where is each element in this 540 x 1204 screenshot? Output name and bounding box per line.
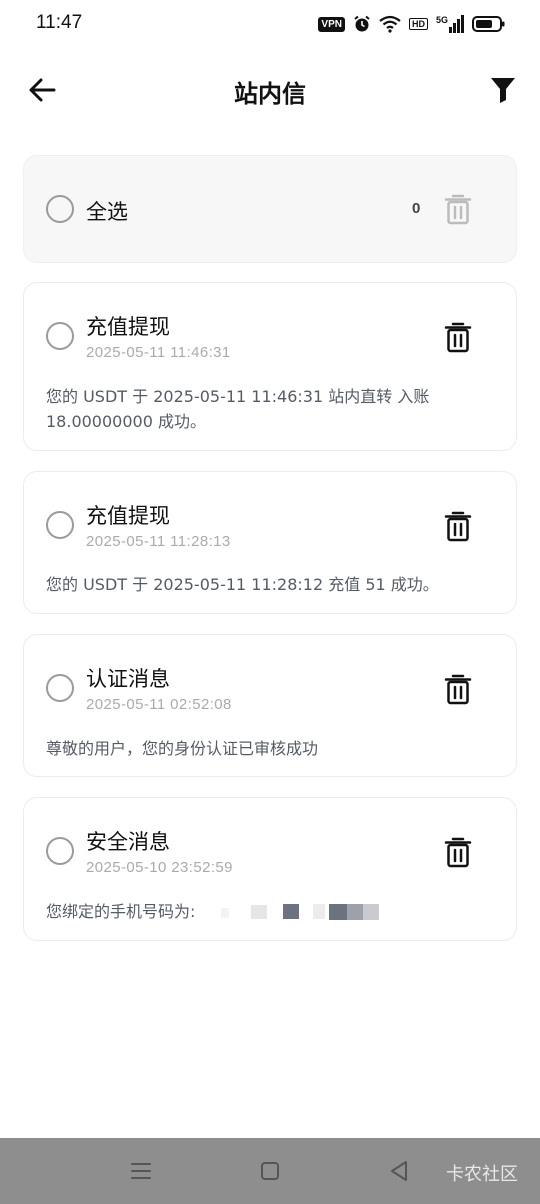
vpn-icon: VPN [318,16,345,32]
message-checkbox[interactable] [46,322,74,350]
select-all-card: 全选 0 [23,155,517,263]
message-time: 2025-05-10 23:52:59 [86,859,233,876]
trash-icon[interactable] [444,510,472,542]
trash-icon[interactable] [444,836,472,868]
alarm-icon [354,15,370,32]
message-title: 充值提现 [86,315,170,339]
home-icon[interactable] [257,1158,283,1184]
filter-icon[interactable] [490,76,516,104]
trash-icon[interactable] [444,673,472,705]
message-body: 您绑定的手机号码为: [46,899,494,924]
status-bar: 11:47 VPN HD 5G [0,0,540,48]
system-nav-bar: 卡农社区 [0,1138,540,1204]
hd-icon: HD [408,18,428,30]
delete-selected-icon[interactable] [444,193,472,225]
header: 站内信 [0,60,540,120]
message-time: 2025-05-11 11:28:13 [86,533,231,550]
message-body: 您的 USDT 于 2025-05-11 11:28:12 充值 51 成功。 [46,575,439,594]
signal-icon: 5G [436,15,464,33]
message-title: 安全消息 [86,830,170,854]
trash-icon[interactable] [444,321,472,353]
message-title: 充值提现 [86,504,170,528]
menu-icon[interactable] [128,1158,154,1184]
message-body-text: 您绑定的手机号码为: [46,902,196,921]
message-time: 2025-05-11 02:52:08 [86,696,232,713]
select-all-label[interactable]: 全选 [86,196,128,226]
message-checkbox[interactable] [46,511,74,539]
wifi-icon [379,15,401,33]
message-card[interactable]: 充值提现 2025-05-11 11:46:31 您的 USDT 于 2025-… [23,282,517,451]
select-all-radio[interactable] [46,195,74,223]
status-icons: VPN HD 5G [318,12,506,36]
selected-count: 0 [412,200,421,217]
message-checkbox[interactable] [46,674,74,702]
message-body: 您的 USDT 于 2025-05-11 11:46:31 站内直转 入账 18… [46,387,430,431]
message-card[interactable]: 充值提现 2025-05-11 11:28:13 您的 USDT 于 2025-… [23,471,517,614]
watermark: 卡农社区 [446,1164,518,1185]
battery-icon [472,16,505,32]
masked-phone-number [220,903,381,922]
back-icon[interactable] [386,1158,412,1184]
page-title: 站内信 [234,80,306,108]
message-title: 认证消息 [86,667,170,691]
message-card[interactable]: 安全消息 2025-05-10 23:52:59 您绑定的手机号码为: [23,797,517,941]
message-time: 2025-05-11 11:46:31 [86,344,231,361]
message-body: 尊敬的用户，您的身份认证已审核成功 [46,739,319,758]
status-time: 11:47 [36,12,83,33]
message-card[interactable]: 认证消息 2025-05-11 02:52:08 尊敬的用户，您的身份认证已审核… [23,634,517,777]
message-checkbox[interactable] [46,837,74,865]
network-type: 5G [435,15,448,25]
